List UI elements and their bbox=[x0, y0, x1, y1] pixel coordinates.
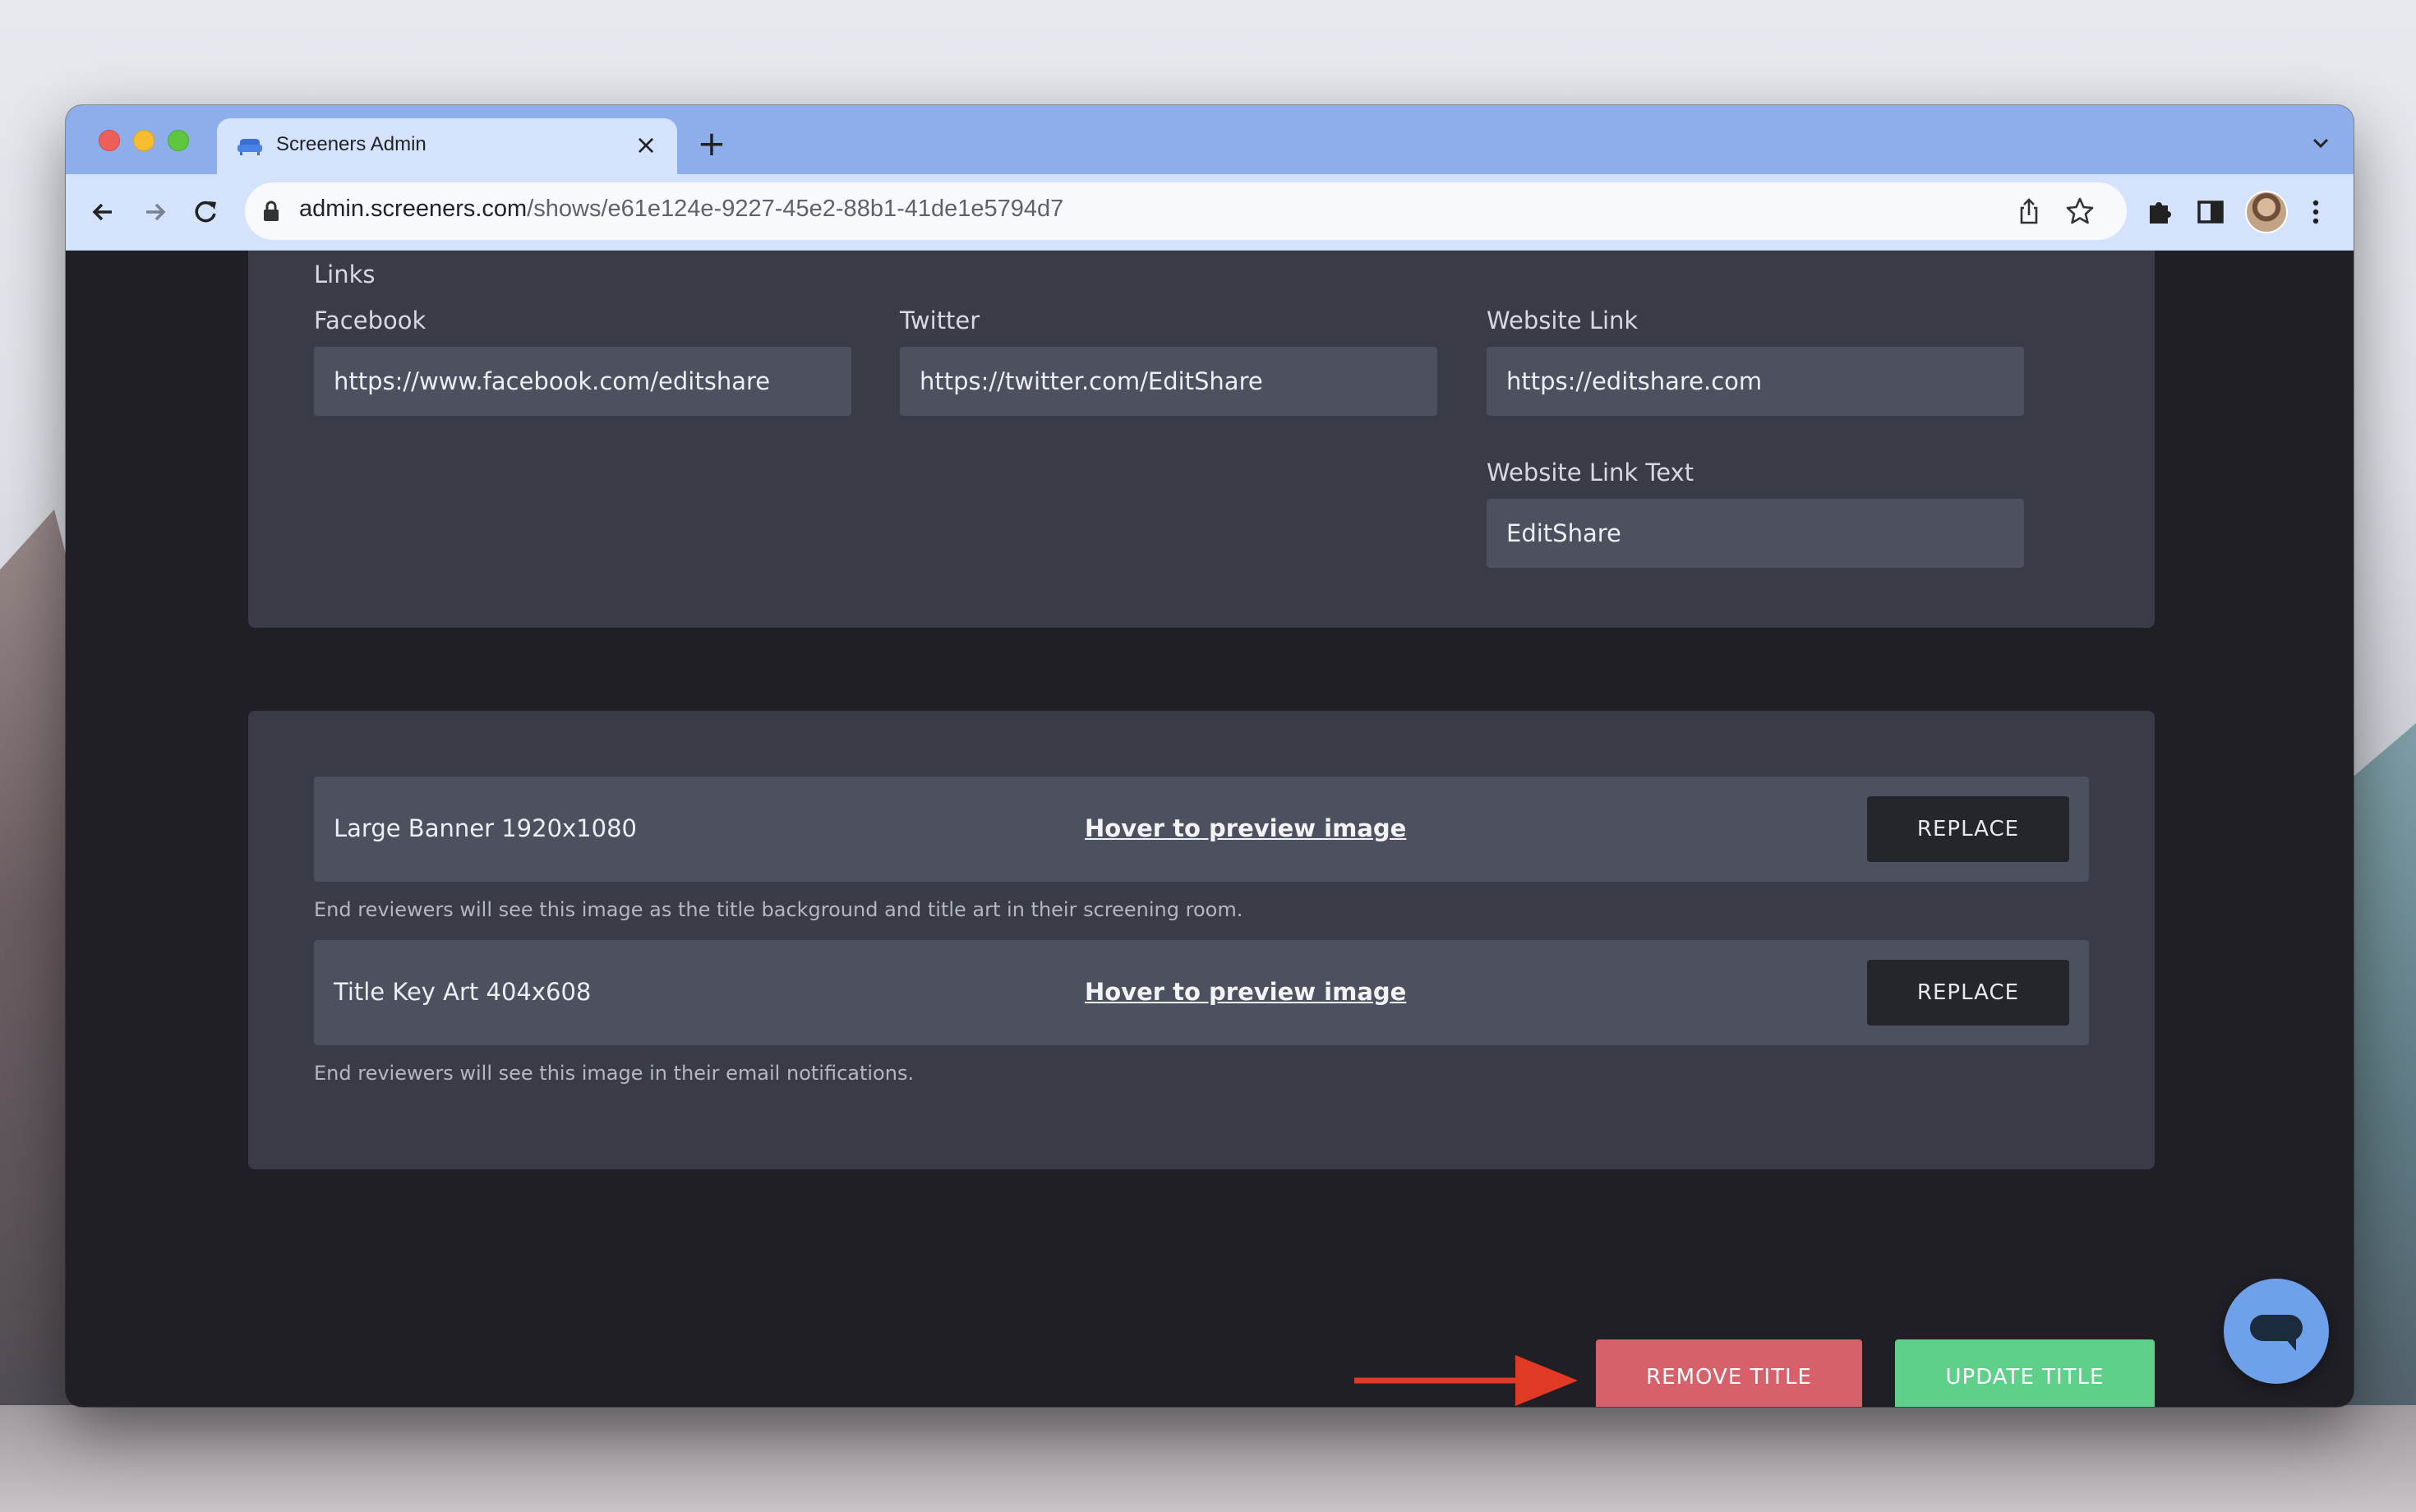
remove-title-button[interactable]: REMOVE TITLE bbox=[1596, 1339, 1862, 1407]
kebab-menu-icon[interactable] bbox=[2298, 194, 2334, 230]
links-heading: Links bbox=[314, 260, 376, 288]
replace-button[interactable]: REPLACE bbox=[1867, 960, 2069, 1026]
replace-button[interactable]: REPLACE bbox=[1867, 796, 2069, 862]
sofa-favicon-icon bbox=[237, 139, 262, 155]
website-link-text-field[interactable]: EditShare bbox=[1487, 499, 2024, 568]
title-key-art-row: Title Key Art 404x608 Hover to preview i… bbox=[314, 940, 2089, 1045]
hover-preview-link[interactable]: Hover to preview image bbox=[1085, 814, 1406, 842]
large-banner-row: Large Banner 1920x1080 Hover to preview … bbox=[314, 777, 2089, 882]
image-name: Large Banner 1920x1080 bbox=[334, 814, 637, 842]
hover-preview-link[interactable]: Hover to preview image bbox=[1085, 978, 1406, 1006]
browser-toolbar: admin.screeners.com/shows/e61e124e-9227-… bbox=[66, 174, 2354, 251]
back-arrow-icon[interactable] bbox=[85, 194, 122, 230]
website-link-text-label: Website Link Text bbox=[1487, 459, 1694, 486]
chat-icon bbox=[2250, 1315, 2303, 1351]
page-content: Links Facebook https://www.facebook.com/… bbox=[66, 251, 2354, 1407]
url-path: /shows/e61e124e-9227-45e2-88b1-41de1e579… bbox=[527, 196, 1064, 222]
maximize-window-button[interactable] bbox=[168, 130, 189, 151]
image-help-text: End reviewers will see this image as the… bbox=[314, 898, 1243, 921]
tab-close-icon[interactable]: × bbox=[629, 128, 662, 161]
tab-strip: Screeners Admin × + bbox=[66, 105, 2354, 174]
extensions-puzzle-icon[interactable] bbox=[2142, 194, 2178, 230]
new-tab-button[interactable]: + bbox=[692, 127, 731, 166]
tab-screeners-admin[interactable]: Screeners Admin × bbox=[217, 118, 677, 174]
close-window-button[interactable] bbox=[99, 130, 120, 151]
browser-window: Screeners Admin × + admin.screeners.com/… bbox=[66, 105, 2354, 1407]
lock-icon[interactable] bbox=[263, 201, 279, 222]
star-icon[interactable] bbox=[2064, 196, 2096, 227]
tab-title: Screeners Admin bbox=[276, 133, 426, 155]
url-text[interactable]: admin.screeners.com/shows/e61e124e-9227-… bbox=[299, 196, 1063, 223]
url-domain: admin.screeners.com bbox=[299, 196, 528, 222]
website-link-field[interactable]: https://editshare.com bbox=[1487, 347, 2024, 416]
facebook-label: Facebook bbox=[314, 307, 426, 334]
address-bar[interactable]: admin.screeners.com/shows/e61e124e-9227-… bbox=[245, 182, 2127, 240]
links-card: Links Facebook https://www.facebook.com/… bbox=[248, 251, 2155, 628]
share-icon[interactable] bbox=[2013, 196, 2045, 227]
twitter-label: Twitter bbox=[900, 307, 980, 334]
image-name: Title Key Art 404x608 bbox=[334, 978, 592, 1006]
images-card: Large Banner 1920x1080 Hover to preview … bbox=[248, 711, 2155, 1169]
tab-search-chevron-icon[interactable] bbox=[2309, 133, 2332, 153]
background-ground bbox=[0, 1405, 2416, 1512]
twitter-field[interactable]: https://twitter.com/EditShare bbox=[900, 347, 1437, 416]
side-panel-icon[interactable] bbox=[2192, 194, 2229, 230]
minimize-window-button[interactable] bbox=[133, 130, 154, 151]
profile-avatar[interactable] bbox=[2245, 191, 2288, 233]
website-link-label: Website Link bbox=[1487, 307, 1639, 334]
reload-icon[interactable] bbox=[187, 194, 224, 230]
facebook-field[interactable]: https://www.facebook.com/editshare bbox=[314, 347, 851, 416]
image-help-text: End reviewers will see this image in the… bbox=[314, 1062, 915, 1085]
annotation-arrow-icon bbox=[1354, 1355, 1578, 1406]
forward-arrow-icon[interactable] bbox=[136, 194, 173, 230]
update-title-button[interactable]: UPDATE TITLE bbox=[1895, 1339, 2155, 1407]
chat-widget-button[interactable] bbox=[2224, 1279, 2329, 1384]
